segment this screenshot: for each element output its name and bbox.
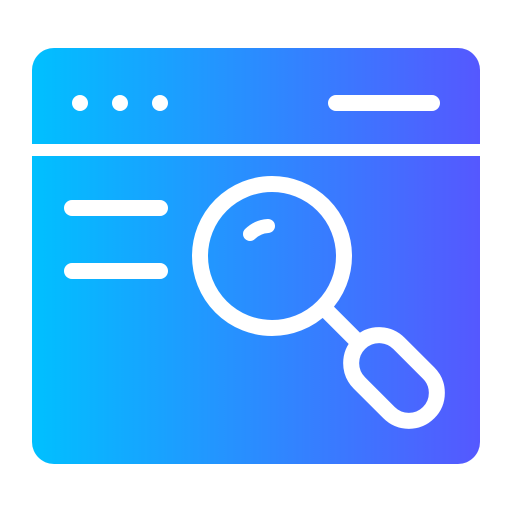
dot-icon <box>72 95 88 111</box>
titlebar-divider <box>32 144 480 156</box>
browser-search-icon <box>32 48 480 464</box>
dot-icon <box>152 95 168 111</box>
icon-canvas <box>0 0 512 512</box>
lens-glare <box>243 219 275 241</box>
dot-icon <box>112 95 128 111</box>
